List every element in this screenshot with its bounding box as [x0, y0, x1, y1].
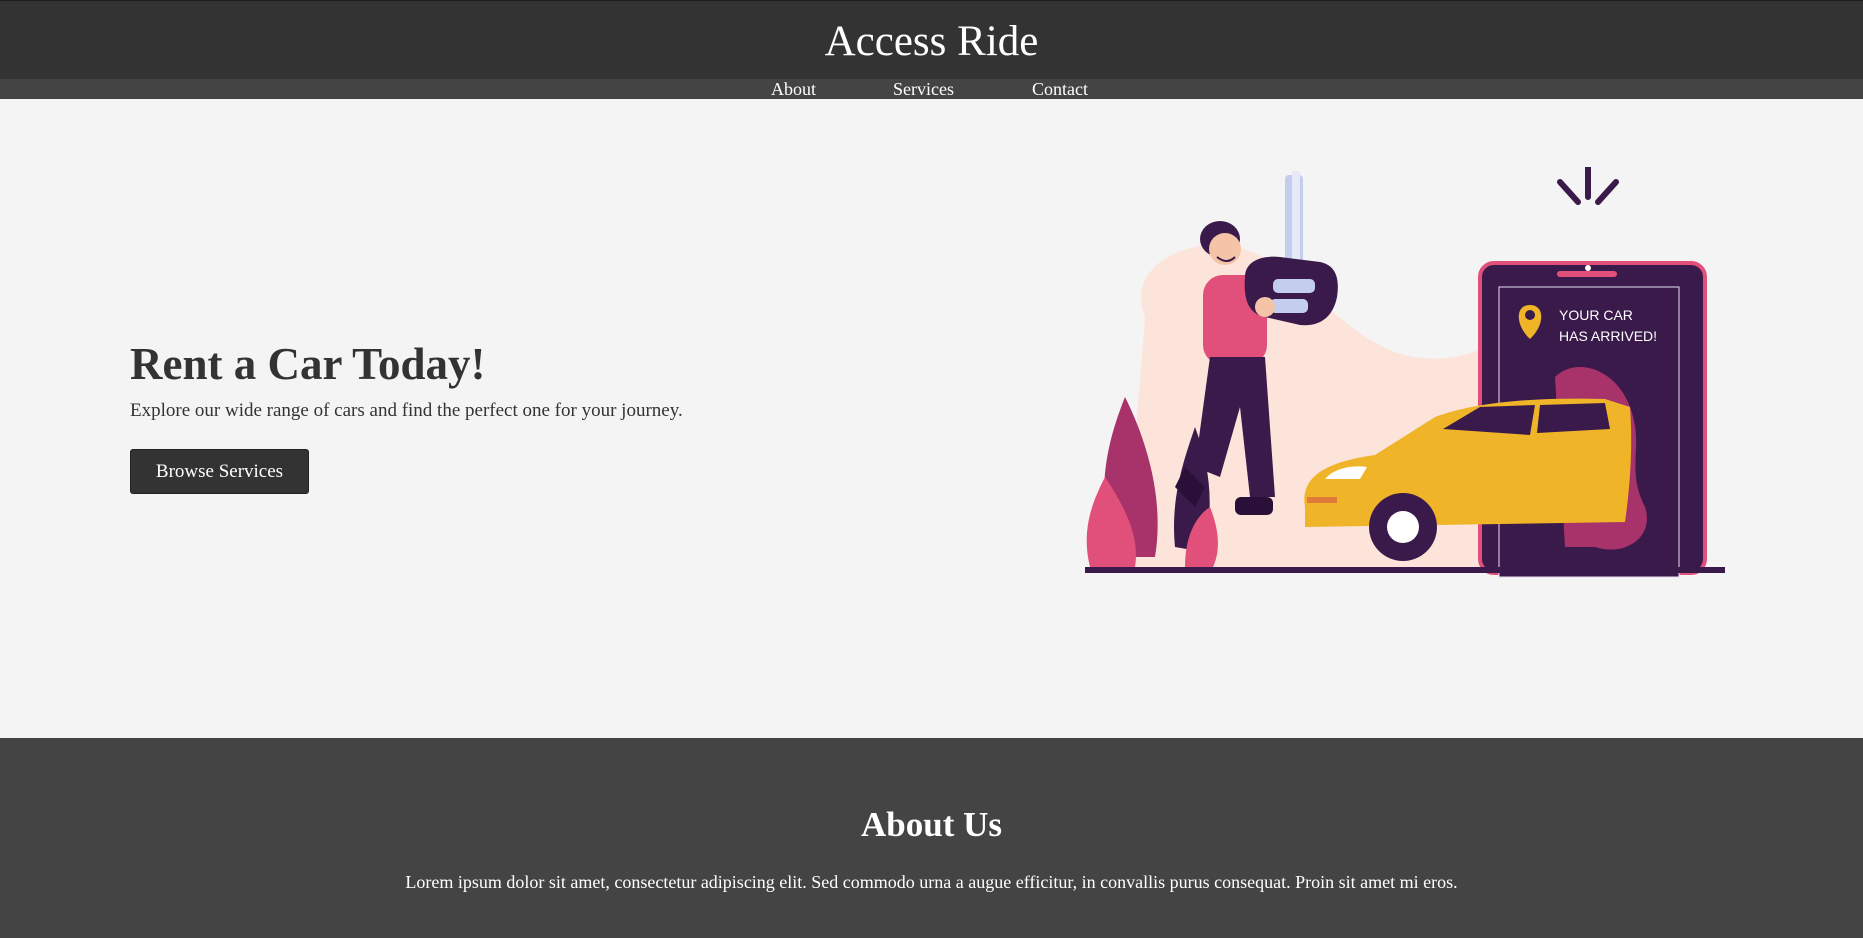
- phone-text-line2: HAS ARRIVED!: [1559, 328, 1657, 344]
- about-section: About Us Lorem ipsum dolor sit amet, con…: [0, 738, 1863, 938]
- hero-title: Rent a Car Today!: [130, 339, 486, 389]
- nav-link-contact[interactable]: Contact: [1032, 79, 1088, 99]
- about-text: Lorem ipsum dolor sit amet, consectetur …: [405, 872, 1458, 892]
- nav-link-about[interactable]: About: [771, 79, 816, 99]
- nav-link-services[interactable]: Services: [893, 79, 954, 99]
- browse-services-button[interactable]: Browse Services: [130, 449, 309, 494]
- phone-text-line1: YOUR CAR: [1559, 307, 1633, 323]
- hero-section: Rent a Car Today! Explore our wide range…: [0, 99, 1863, 738]
- site-title: Access Ride: [824, 18, 1039, 65]
- about-title: About Us: [860, 805, 1002, 844]
- site-header: Access Ride: [0, 0, 1863, 79]
- nav-bar: About Services Contact: [0, 79, 1863, 99]
- hero-subtitle: Explore our wide range of cars and find …: [130, 400, 683, 421]
- car-rental-illustration: YOUR CAR HAS ARRIVED!: [1085, 167, 1725, 578]
